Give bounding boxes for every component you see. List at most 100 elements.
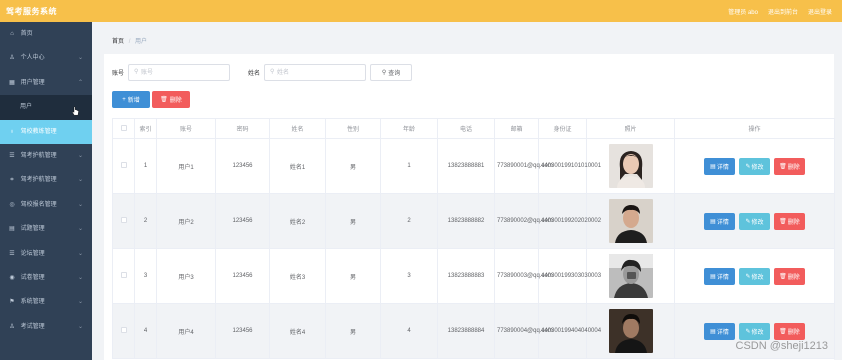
row-checkbox[interactable] — [120, 327, 127, 333]
person-icon: ♙ — [9, 323, 15, 330]
select-all-cell[interactable] — [112, 118, 135, 139]
sidebar-item-question-management[interactable]: ▤ 试题管理 ⌄ — [0, 217, 92, 241]
sidebar-item-label: 用户管理 — [20, 79, 45, 86]
query-button[interactable]: ⚲ 查询 — [370, 64, 413, 81]
phone-cell: 13823888884 — [437, 303, 495, 359]
grid-icon: ▦ — [9, 79, 15, 86]
app-title: 驾考服务系统 — [6, 7, 57, 16]
batch-delete-button[interactable]: 🗑 删除 — [152, 91, 190, 108]
detail-button[interactable]: ▤ 详情 — [704, 322, 735, 340]
email-cell: 773890001@qq.com — [494, 138, 553, 194]
sidebar-item-exam-management[interactable]: ♙ 考试管理 ⌄ — [0, 315, 92, 339]
column-header: 性别 — [325, 118, 381, 139]
detail-button[interactable]: ▤ 详情 — [704, 267, 735, 285]
row-checkbox[interactable] — [120, 272, 127, 278]
row-select-cell[interactable] — [112, 248, 135, 304]
actions-cell: ▤ 详情 ✎ 修改 🗑 删除 — [674, 138, 835, 194]
breadcrumb-home[interactable]: 首页 — [112, 39, 124, 45]
query-button-label: 查询 — [388, 71, 401, 77]
delete-button[interactable]: 🗑 删除 — [774, 212, 805, 230]
back-to-frontend-link[interactable]: 退出到前台 — [768, 7, 798, 16]
column-header: 索引 — [134, 118, 157, 139]
column-header: 电话 — [437, 118, 495, 139]
content-panel: 账号 ⚲ 姓名 ⚲ ⚲ 查询 + 新增 🗑 删除 — [104, 54, 835, 360]
sidebar-item-label: 驾校教练管理 — [20, 128, 57, 135]
sidebar-item-coach-management[interactable]: ♁ 驾校教练管理 — [0, 119, 92, 144]
document-icon: ▤ — [710, 163, 716, 170]
sidebar-item-label: 试题管理 — [20, 226, 45, 233]
sidebar-item-label: 驾考护航管理 — [20, 152, 57, 159]
sidebar-item-label: 考试管理 — [20, 323, 45, 330]
chevron-down-icon: ⌄ — [77, 323, 83, 330]
delete-button[interactable]: 🗑 删除 — [774, 267, 805, 285]
pencil-icon: ✎ — [745, 328, 751, 335]
document-icon: ▤ — [710, 218, 716, 225]
breadcrumb-separator: / — [128, 39, 131, 45]
header-links: 管理员 abo 退出到前台 退出登录 — [728, 7, 832, 16]
row-select-cell[interactable] — [112, 193, 135, 249]
edit-button[interactable]: ✎ 修改 — [739, 322, 770, 340]
password-cell: 123456 — [215, 138, 270, 194]
sidebar-item-system-management[interactable]: ⚑ 系统管理 ⌄ — [0, 290, 92, 314]
crop-icon: ⌗ — [10, 177, 14, 184]
document-icon: ▤ — [710, 273, 716, 280]
sidebar-subitem-label: 用户 — [20, 104, 33, 111]
compass-icon: ◉ — [9, 274, 15, 281]
age-cell: 1 — [380, 138, 438, 194]
user-photo — [608, 254, 653, 298]
document-icon: ▤ — [710, 328, 716, 335]
flag-icon: ⚑ — [9, 299, 15, 306]
sidebar-item-forum-management[interactable]: ☰ 论坛管理 ⌄ — [0, 242, 92, 266]
age-cell: 4 — [380, 303, 438, 359]
id-card-cell: 440300199101010001 — [538, 138, 601, 194]
delete-button[interactable]: 🗑 删除 — [774, 157, 805, 175]
admin-user-label: 管理员 abo — [728, 10, 758, 16]
column-header: 照片 — [586, 118, 675, 139]
row-checkbox[interactable] — [120, 217, 127, 223]
table-row: 4 用户4 123456 姓名4 男 4 13823888884 7738900… — [112, 303, 835, 359]
action-buttons: + 新增 🗑 删除 — [112, 91, 190, 108]
row-select-cell[interactable] — [112, 138, 135, 194]
chevron-down-icon: ⌄ — [77, 177, 83, 184]
edit-button[interactable]: ✎ 修改 — [739, 267, 770, 285]
chevron-down-icon: ⌄ — [77, 55, 83, 62]
sidebar-item-home[interactable]: ⌂ 首页 — [0, 22, 92, 46]
sidebar-item-profile[interactable]: ♙ 个人中心 ⌄ — [0, 46, 92, 70]
delete-button[interactable]: 🗑 删除 — [774, 322, 805, 340]
sidebar-item-enroll-management[interactable]: ◎ 驾校报名管理 ⌄ — [0, 193, 92, 217]
list-icon: ▤ — [9, 226, 15, 233]
edit-button-label: 修改 — [751, 164, 764, 171]
id-card-cell: 440300199404040004 — [538, 303, 601, 359]
account-search-input[interactable] — [141, 65, 230, 80]
edit-button[interactable]: ✎ 修改 — [739, 157, 770, 175]
email-cell: 773890004@qq.com — [494, 303, 553, 359]
phone-cell: 13823888882 — [437, 193, 495, 249]
detail-button[interactable]: ▤ 详情 — [704, 157, 735, 175]
detail-button[interactable]: ▤ 详情 — [704, 212, 735, 230]
edit-button-label: 修改 — [751, 274, 764, 281]
id-card-cell: 440300199303030003 — [538, 248, 601, 304]
add-button[interactable]: + 新增 — [112, 91, 150, 108]
sidebar-item-paper-management[interactable]: ◉ 试卷管理 ⌄ — [0, 266, 92, 290]
name-cell: 姓名2 — [269, 193, 326, 249]
password-cell: 123456 — [215, 248, 270, 304]
sidebar-item-escort-management[interactable]: ☰ 驾考护航管理 ⌄ — [0, 144, 92, 168]
row-select-cell[interactable] — [112, 303, 135, 359]
sidebar-item-user-management[interactable]: ▦ 用户管理 ⌃ — [0, 71, 92, 95]
index-cell: 3 — [134, 248, 157, 304]
delete-button-label: 删除 — [787, 329, 800, 336]
sidebar-item-label: 驾校报名管理 — [20, 201, 57, 208]
select-all-checkbox[interactable] — [120, 124, 127, 131]
account-cell: 用户1 — [156, 138, 216, 194]
delete-button-label: 删除 — [787, 219, 800, 226]
row-checkbox[interactable] — [120, 162, 127, 168]
plus-icon: + — [122, 96, 126, 103]
sidebar-item-label: 个人中心 — [20, 55, 45, 62]
name-cell: 姓名1 — [269, 138, 326, 194]
edit-button[interactable]: ✎ 修改 — [739, 212, 770, 230]
age-cell: 3 — [380, 248, 438, 304]
gender-cell: 男 — [325, 193, 381, 249]
name-search-input[interactable] — [277, 65, 366, 80]
sidebar-item-exam-escort[interactable]: ⌗ 驾考护航管理 ⌄ — [0, 168, 92, 192]
logout-link[interactable]: 退出登录 — [808, 7, 832, 16]
